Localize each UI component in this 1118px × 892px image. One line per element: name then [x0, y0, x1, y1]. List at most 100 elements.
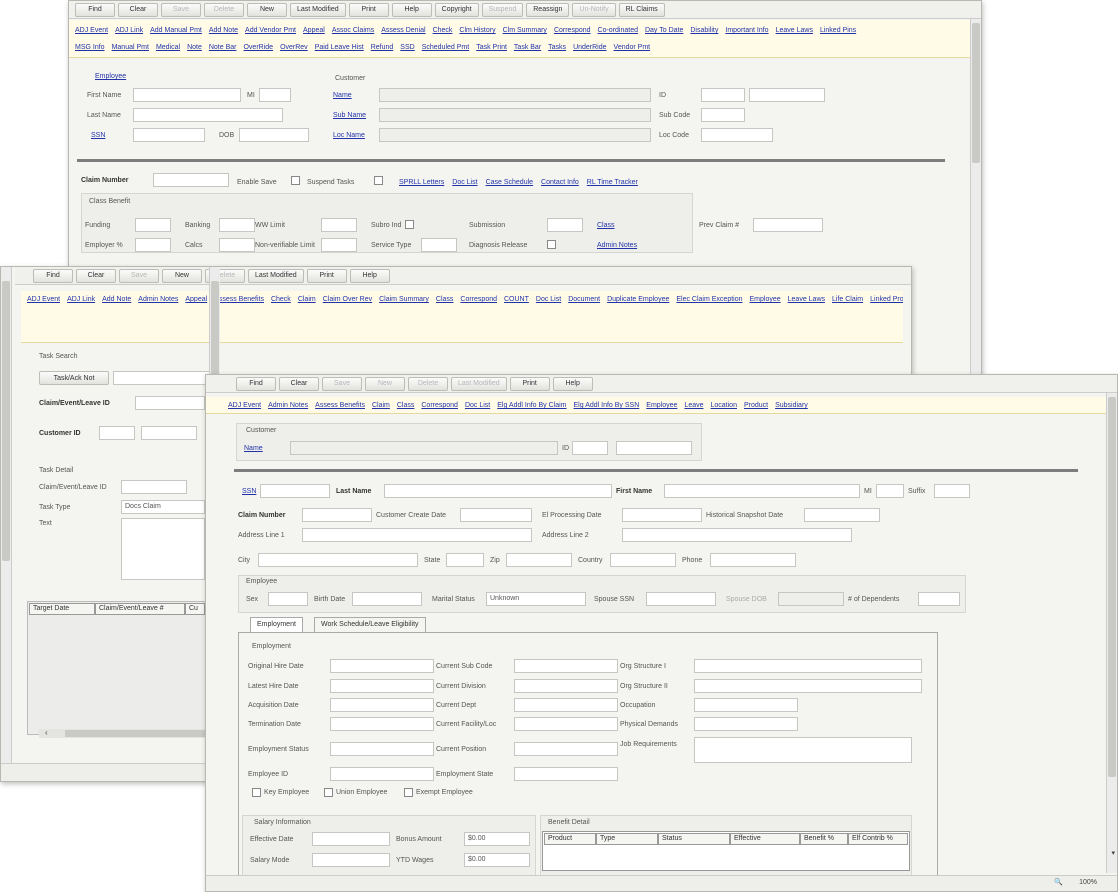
employee-scroll-thumb[interactable] [1108, 397, 1116, 777]
tab-employment[interactable]: Employment [250, 617, 303, 633]
nav-link-vendor-pmt[interactable]: Vendor Pmt [614, 44, 651, 51]
task-search-field[interactable] [113, 371, 213, 385]
emp-field-termination-date[interactable] [330, 717, 434, 731]
toolbar-button-suspend[interactable]: Suspend [481, 2, 524, 17]
benefit-field-ww-limit[interactable] [321, 218, 357, 232]
ssn-link[interactable]: SSN [91, 132, 105, 139]
task-left-scrollbar[interactable] [1, 267, 12, 763]
toolbar-button-help[interactable]: Help [391, 2, 432, 17]
benefit-header-status[interactable]: Status [658, 833, 730, 845]
country-field[interactable] [610, 553, 676, 567]
nav-link-add-vendor-pmt[interactable]: Add Vendor Pmt [245, 27, 296, 34]
task-grid-hscroll-thumb[interactable] [65, 730, 205, 737]
chevron-left-icon[interactable]: ‹ [45, 728, 48, 737]
customer-id-field-2[interactable] [749, 88, 825, 102]
address1-field[interactable] [302, 528, 532, 542]
toolbar-button-print[interactable]: Print [306, 268, 347, 283]
nav-link-adj-event[interactable]: ADJ Event [27, 296, 60, 303]
effective-date-field[interactable] [312, 832, 390, 846]
sub-code-field[interactable] [701, 108, 745, 122]
claim-number-field[interactable] [153, 173, 229, 187]
chevron-down-icon[interactable]: ▾ [1111, 849, 1115, 857]
checkbox-exempt-employee[interactable] [404, 788, 413, 797]
benefit-header-elf-contrib-[interactable]: Elf Contrib % [848, 833, 908, 845]
benefit-field-employer-[interactable] [135, 238, 171, 252]
mi-field[interactable] [259, 88, 291, 102]
ssn-field[interactable] [133, 128, 205, 142]
nav-link-class[interactable]: Class [436, 296, 454, 303]
employee-heading[interactable]: Employee [95, 73, 126, 80]
nav-link-doc-list[interactable]: Doc List [536, 296, 561, 303]
toolbar-button-help[interactable]: Help [349, 268, 390, 283]
benefit-field-calcs[interactable] [219, 238, 255, 252]
emp-field-org-structure-ii[interactable] [694, 679, 922, 693]
enable-save-checkbox[interactable] [291, 176, 300, 185]
nav-link-appeal[interactable]: Appeal [303, 27, 325, 34]
toolbar-button-rl-claims[interactable]: RL Claims [618, 2, 665, 17]
benefit-header-benefit-[interactable]: Benefit % [800, 833, 848, 845]
birth-date-field[interactable] [352, 592, 422, 606]
nav-link-linked-pins[interactable]: Linked Pins [820, 27, 856, 34]
nav-link-assoc-claims[interactable]: Assoc Claims [332, 27, 374, 34]
benefit-label-admin-notes[interactable]: Admin Notes [597, 242, 637, 249]
emp-field-current-dept[interactable] [514, 698, 618, 712]
first-name-field[interactable] [664, 484, 860, 498]
nav-link-scheduled-pmt[interactable]: Scheduled Pmt [422, 44, 469, 51]
loc-code-field[interactable] [701, 128, 773, 142]
nav-link-claim-summary[interactable]: Claim Summary [379, 296, 429, 303]
toolbar-button-print[interactable]: Print [348, 2, 389, 17]
suspend-tasks-checkbox[interactable] [374, 176, 383, 185]
zip-field[interactable] [506, 553, 572, 567]
claim-link-rl-time-tracker[interactable]: RL Time Tracker [587, 179, 638, 186]
nav-link-manual-pmt[interactable]: Manual Pmt [112, 44, 149, 51]
benefit-header-type[interactable]: Type [596, 833, 658, 845]
toolbar-button-print[interactable]: Print [509, 376, 550, 391]
nav-link-leave-laws[interactable]: Leave Laws [776, 27, 813, 34]
toolbar-button-help[interactable]: Help [552, 376, 593, 391]
sex-field[interactable] [268, 592, 308, 606]
nav-link-msg-info[interactable]: MSG Info [75, 44, 105, 51]
spouse-ssn-field[interactable] [646, 592, 716, 606]
benefit-checkbox-3[interactable] [405, 220, 414, 229]
nav-link-underride[interactable]: UnderRide [573, 44, 606, 51]
toolbar-button-save[interactable]: Save [161, 2, 201, 17]
bonus-amount-field[interactable]: $0.00 [464, 832, 530, 846]
nav-link-elg-addl-info-by-claim[interactable]: Elg Addl Info By Claim [497, 402, 566, 409]
grid-header-customer[interactable]: Cu [185, 603, 205, 615]
benefit-header-product[interactable]: Product [544, 833, 596, 845]
nav-link-tasks[interactable]: Tasks [548, 44, 566, 51]
toolbar-button-new[interactable]: New [162, 268, 202, 283]
toolbar-button-last-modified[interactable]: Last Modified [290, 2, 346, 17]
first-name-field[interactable] [133, 88, 241, 102]
toolbar-button-new[interactable]: New [365, 376, 405, 391]
benefit-field-service-type[interactable] [421, 238, 457, 252]
nav-link-clm-summary[interactable]: Clm Summary [503, 27, 547, 34]
toolbar-button-last-modified[interactable]: Last Modified [248, 268, 304, 283]
nav-link-adj-event[interactable]: ADJ Event [228, 402, 261, 409]
salary-mode-field[interactable] [312, 853, 390, 867]
checkbox-union-employee[interactable] [324, 788, 333, 797]
nav-link-appeal[interactable]: Appeal [185, 296, 207, 303]
nav-link-assess-denial[interactable]: Assess Denial [381, 27, 425, 34]
emp-field-latest-hire-date[interactable] [330, 679, 434, 693]
emp-field-employment-state[interactable] [514, 767, 618, 781]
ytd-wages-field[interactable]: $0.00 [464, 853, 530, 867]
task-text-area[interactable] [121, 518, 205, 580]
toolbar-button-find[interactable]: Find [33, 268, 73, 283]
mi-field[interactable] [876, 484, 904, 498]
toolbar-button-clear[interactable]: Clear [76, 268, 116, 283]
toolbar-button-last-modified[interactable]: Last Modified [451, 376, 507, 391]
customer-name-field[interactable] [290, 441, 558, 455]
task-grid-hscrollbar[interactable] [39, 729, 207, 738]
toolbar-button-find[interactable]: Find [75, 2, 115, 17]
nav-link-note-bar[interactable]: Note Bar [209, 44, 237, 51]
claim-scroll-thumb[interactable] [972, 23, 980, 163]
nav-link-note[interactable]: Note [187, 44, 202, 51]
last-name-field[interactable] [133, 108, 283, 122]
task-left-scroll-thumb[interactable] [2, 281, 10, 561]
nav-link-admin-notes[interactable]: Admin Notes [268, 402, 308, 409]
phone-field[interactable] [710, 553, 796, 567]
customer-id-field-2[interactable] [616, 441, 692, 455]
nav-link-assess-benefits[interactable]: Assess Benefits [214, 296, 264, 303]
nav-link-location[interactable]: Location [711, 402, 737, 409]
